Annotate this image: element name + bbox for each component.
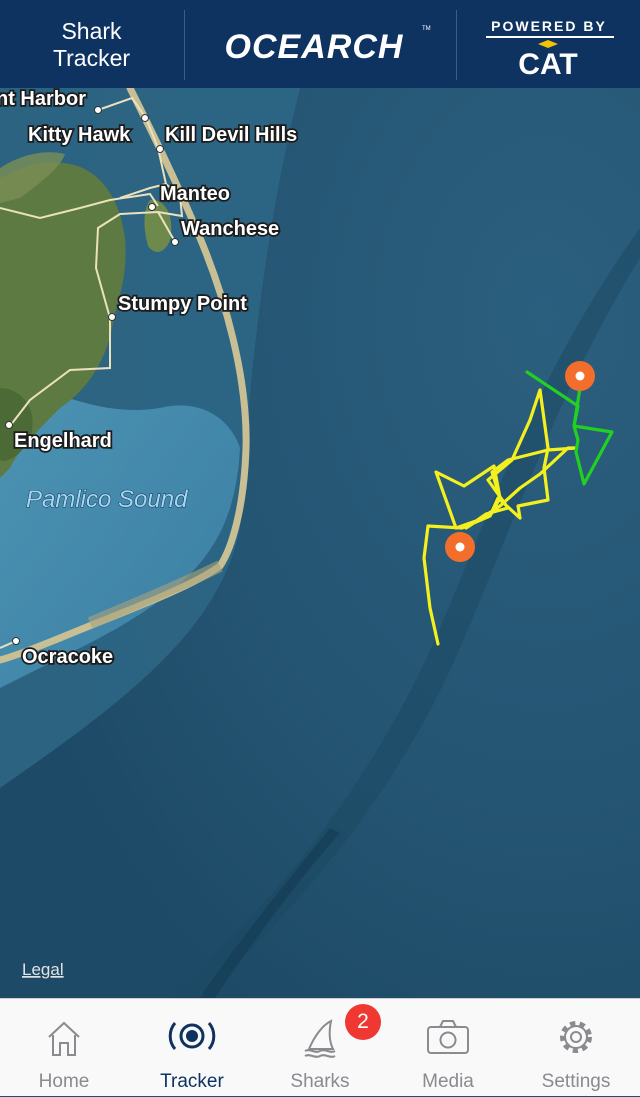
tab-media[interactable]: Media [384, 999, 512, 1097]
place-label-kill-devil-hills: Kill Devil Hills [165, 124, 297, 146]
satellite-map[interactable]: nt Harbor Kitty Hawk Kill Devil Hills Ma… [0, 88, 640, 998]
cat-logo: CAT [518, 40, 578, 78]
app-title-line2: Tracker [52, 45, 131, 71]
gear-icon [560, 1021, 592, 1053]
tab-sharks-label: Sharks [290, 1071, 350, 1092]
ping-marker-start[interactable] [445, 532, 475, 562]
tracker-icon [168, 1022, 216, 1050]
cat-logo-text: CAT [518, 48, 577, 78]
map-legal-link[interactable]: Legal [22, 960, 64, 979]
trademark-mark: TM [422, 26, 431, 32]
water-label-pamlico-sound: Pamlico Sound [26, 486, 188, 513]
tab-settings[interactable]: Settings [512, 999, 640, 1097]
ocearch-logo-text: OCEARCH [225, 28, 404, 66]
app-header: Shark Tracker OCEARCH TM POWERED BY CAT [0, 0, 640, 88]
camera-icon [427, 1020, 469, 1054]
tab-bar: Home Tracker Sharks Media Settings [0, 998, 640, 1096]
place-label-engelhard: Engelhard [14, 430, 112, 452]
ping-marker-latest[interactable] [565, 361, 595, 391]
tab-tracker-label: Tracker [160, 1071, 224, 1092]
place-label-manteo: Manteo [160, 183, 230, 205]
tab-media-label: Media [422, 1071, 474, 1092]
tab-tracker[interactable]: Tracker [128, 999, 256, 1097]
map-canvas[interactable]: nt Harbor Kitty Hawk Kill Devil Hills Ma… [0, 88, 640, 998]
header-divider-right [456, 10, 457, 80]
tab-home-label: Home [38, 1071, 90, 1092]
place-label-stumpy-point: Stumpy Point [118, 293, 247, 315]
sharks-notification-badge: 2 [345, 1004, 381, 1040]
ocearch-logo: OCEARCH TM [225, 26, 431, 66]
tab-settings-label: Settings [541, 1071, 611, 1092]
place-label-wanchese: Wanchese [181, 218, 279, 240]
app-title: Shark Tracker [0, 18, 183, 72]
app-title-line1: Shark [61, 18, 122, 44]
home-icon [48, 1021, 80, 1056]
place-label-ocracoke: Ocracoke [22, 646, 113, 668]
shark-fin-icon [304, 1019, 336, 1058]
powered-by-label: POWERED BY [491, 18, 607, 34]
place-label-harbor: nt Harbor [0, 88, 86, 110]
place-label-kitty-hawk: Kitty Hawk [28, 124, 131, 146]
header-divider-left [184, 10, 185, 80]
tab-home[interactable]: Home [0, 999, 128, 1097]
